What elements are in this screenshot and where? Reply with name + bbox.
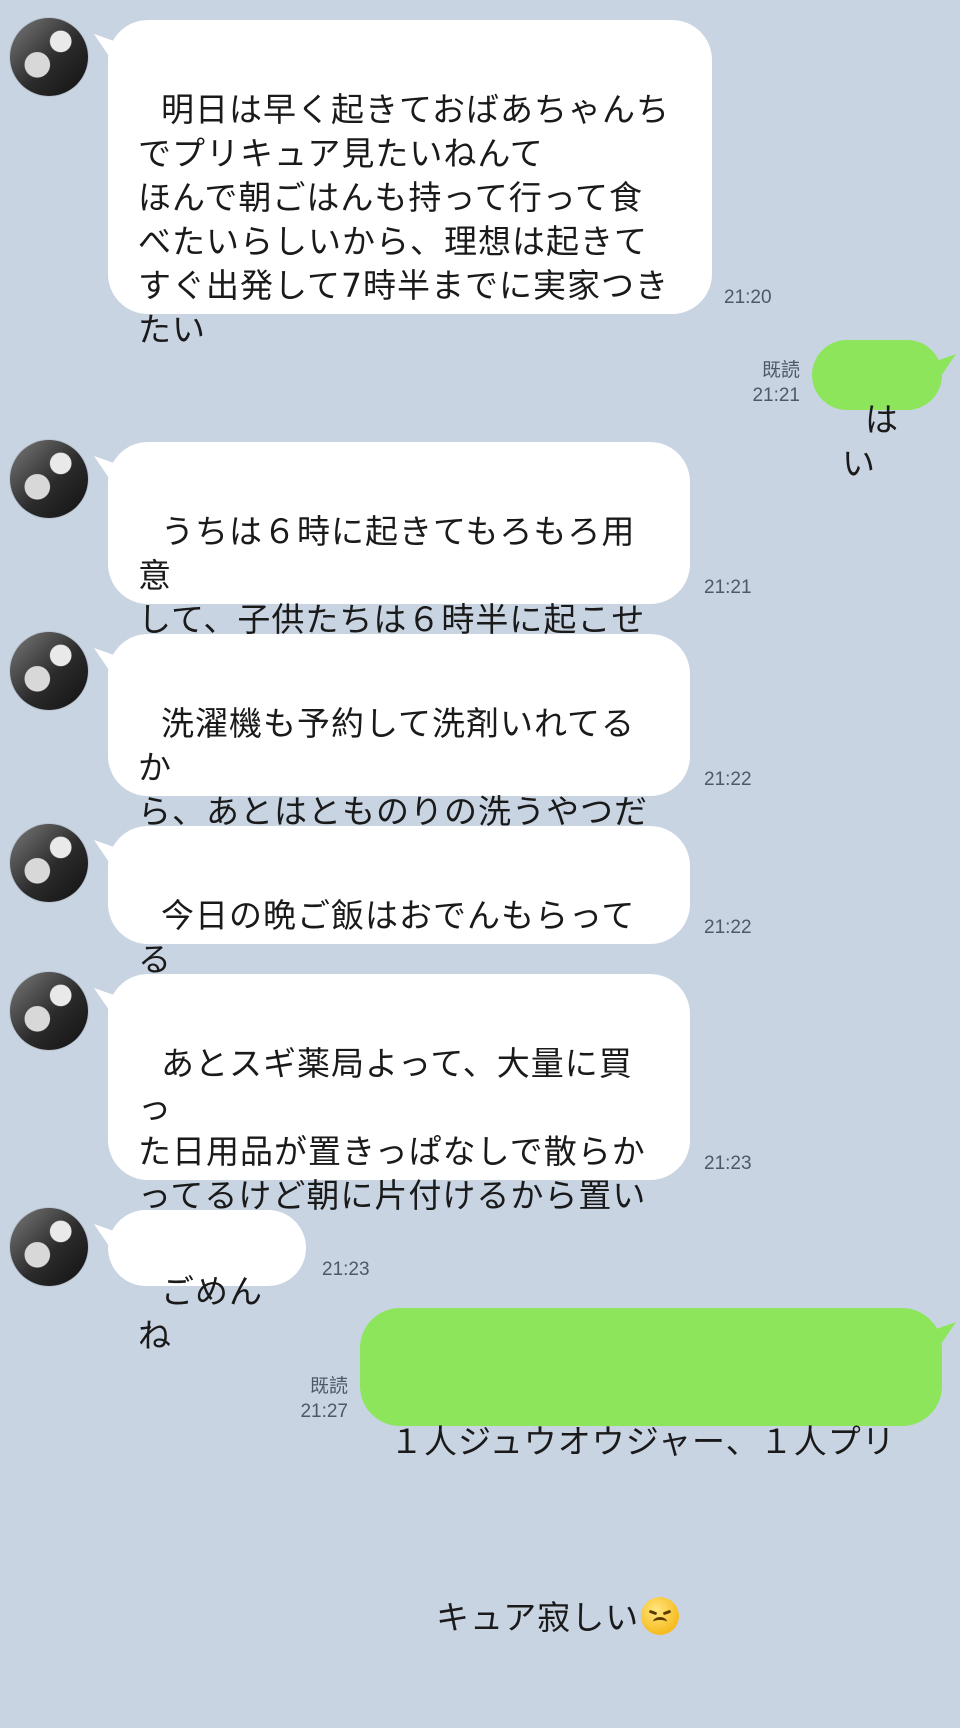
incoming-message-bubble[interactable]: 明日は早く起きておばあちゃんち でプリキュア見たいねんて ほんで朝ごはんも持って…	[108, 20, 712, 349]
message-timestamp: 21:21	[752, 385, 800, 406]
incoming-message-bubble[interactable]: うちは６時に起きてもろもろ用意 して、子供たちは６時半に起こせ ば間に合うかなと…	[108, 442, 690, 683]
message-text: はい	[842, 400, 899, 483]
message-timestamp: 21:23	[704, 1153, 752, 1174]
message-text: 明日は早く起きておばあちゃんち でプリキュア見たいねんて ほんで朝ごはんも持って…	[138, 90, 670, 349]
message-text-line: １人ジュウオウジャー、１人プリ	[390, 1422, 896, 1461]
outgoing-message-bubble[interactable]: １人ジュウオウジャー、１人プリ キュア寂しい	[360, 1308, 942, 1637]
outgoing-message-bubble[interactable]: はい	[812, 340, 942, 483]
message-text: ごめんね	[138, 1272, 263, 1355]
read-status: 既読	[761, 360, 800, 381]
disappointed-face-emoji-icon	[641, 1597, 680, 1635]
message-timestamp: 21:21	[704, 577, 752, 598]
incoming-message-bubble[interactable]: ごめんね	[108, 1210, 306, 1355]
incoming-message-bubble[interactable]: 洗濯機も予約して洗剤いれてるか ら、あとはとものりの洗うやつだ けほりこんどいて	[108, 634, 690, 875]
sender-avatar[interactable]	[10, 972, 88, 1050]
sender-avatar[interactable]	[10, 1208, 88, 1286]
message-timestamp: 21:20	[724, 287, 772, 308]
message-timestamp: 21:22	[704, 917, 752, 938]
sender-avatar[interactable]	[10, 18, 88, 96]
sender-avatar[interactable]	[10, 632, 88, 710]
message-timestamp: 21:23	[322, 1259, 370, 1280]
incoming-message-bubble[interactable]: あとスギ薬局よって、大量に買っ た日用品が置きっぱなしで散らか ってるけど朝に片…	[108, 974, 690, 1259]
message-text-line-with-emoji: キュア寂しい	[390, 1552, 912, 1684]
read-receipt-meta: 既読 21:21	[730, 358, 800, 408]
message-timestamp: 21:22	[704, 769, 752, 790]
read-receipt-meta: 既読 21:27	[280, 1374, 348, 1424]
message-text: キュア寂しい	[435, 1598, 640, 1637]
incoming-message-bubble[interactable]: 今日の晩ご飯はおでんもらってる よ	[108, 826, 690, 1023]
sender-avatar[interactable]	[10, 440, 88, 518]
message-timestamp: 21:27	[300, 1401, 348, 1422]
read-status: 既読	[309, 1376, 348, 1397]
sender-avatar[interactable]	[10, 824, 88, 902]
